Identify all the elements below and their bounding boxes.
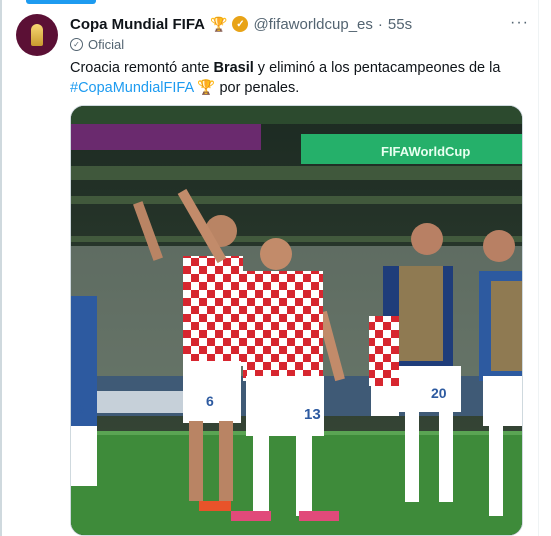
croatia-players-celebrating-photo: FIFAWorldCup 6 13 20 9 bbox=[71, 106, 522, 535]
tweet-text: Croacia remontó ante Brasil y eliminó a … bbox=[70, 58, 510, 98]
tweet-text-suffix: por penales. bbox=[215, 80, 300, 96]
jersey-number-9: 9 bbox=[77, 403, 84, 417]
ad-board-text: FIFAWorldCup bbox=[381, 144, 470, 159]
tweet-text-prefix: Croacia remontó ante bbox=[70, 60, 214, 76]
separator-dot: · bbox=[377, 15, 383, 33]
jersey-number-20: 20 bbox=[431, 385, 447, 401]
tweet-text-middle: y eliminó a los pentacampeones de la bbox=[253, 60, 501, 76]
jersey-number-6: 6 bbox=[206, 393, 214, 409]
hashtag-link[interactable]: #CopaMundialFIFA bbox=[70, 80, 193, 96]
tweet-timestamp[interactable]: 55s bbox=[388, 16, 412, 33]
world-cup-trophy-icon bbox=[31, 24, 43, 46]
player-background-checkered bbox=[369, 316, 399, 416]
verified-badge-icon[interactable]: ✓ bbox=[232, 16, 249, 32]
player-left-shorts: 9 bbox=[77, 403, 84, 417]
tweet-header: Copa Mundial FIFA 🏆 ✓ @fifaworldcup_es ·… bbox=[70, 14, 412, 34]
account-name[interactable]: Copa Mundial FIFA bbox=[70, 16, 205, 33]
top-tab-indicator bbox=[26, 0, 96, 4]
frame-right-border bbox=[538, 0, 539, 536]
account-handle[interactable]: @fifaworldcup_es bbox=[253, 16, 372, 33]
frame-left-border bbox=[0, 0, 2, 536]
official-check-icon: ✓ bbox=[70, 38, 83, 51]
tweet-photo[interactable]: FIFAWorldCup 6 13 20 9 bbox=[70, 105, 523, 536]
tweet-text-bold: Brasil bbox=[213, 60, 254, 76]
trophy-emoji: 🏆 bbox=[210, 15, 228, 32]
avatar[interactable] bbox=[16, 14, 58, 56]
official-text: Oficial bbox=[88, 37, 125, 52]
more-options-icon[interactable]: ··· bbox=[510, 14, 529, 32]
official-label: ✓ Oficial bbox=[70, 37, 124, 52]
player-left-edge bbox=[71, 296, 97, 486]
jersey-number-13: 13 bbox=[304, 406, 321, 423]
hashtag-trophy-emoji: 🏆 bbox=[197, 80, 216, 96]
